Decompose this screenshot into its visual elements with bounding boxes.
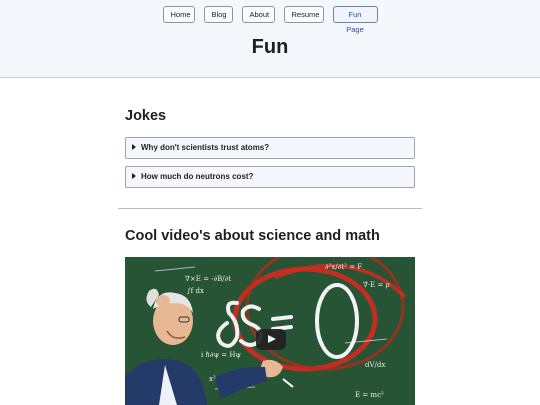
nav-about-button[interactable]: About	[241, 6, 275, 23]
jokes-heading: Jokes	[125, 108, 167, 124]
page-header: Home Blog About Resume Fun Page Fun	[0, 0, 540, 78]
joke-toggle-neutrons[interactable]: How much do neutrons cost?	[125, 166, 415, 188]
play-button-icon[interactable]	[256, 329, 286, 350]
nav-resume-button[interactable]: Resume	[283, 6, 324, 23]
page-title: Fun	[251, 36, 289, 58]
nav-fun-page-button[interactable]: Fun Page	[332, 6, 378, 34]
svg-text:E = mc²: E = mc²	[355, 391, 384, 399]
section-divider	[118, 208, 422, 209]
nav-home-button[interactable]: Home	[162, 6, 195, 23]
svg-text:∂²x/∂t² = F: ∂²x/∂t² = F	[325, 263, 362, 271]
videos-heading: Cool video's about science and math	[125, 228, 380, 244]
joke-question: Why don't scientists trust atoms?	[141, 143, 270, 152]
svg-text:∇×E = -∂B/∂t: ∇×E = -∂B/∂t	[185, 275, 231, 283]
caret-right-icon	[132, 144, 136, 150]
svg-text:∫f dx: ∫f dx	[187, 287, 204, 295]
nav-blog-button[interactable]: Blog	[203, 6, 233, 23]
caret-right-icon	[132, 173, 136, 179]
svg-text:∇·E = ρ: ∇·E = ρ	[363, 281, 390, 289]
video-player[interactable]: ∇×E = -∂B/∂t ∂²x/∂t² = F ∇·E = ρ i ℏ∂ψ =…	[125, 257, 415, 405]
svg-text:dV/dx: dV/dx	[365, 361, 385, 369]
joke-question: How much do neutrons cost?	[141, 172, 254, 181]
joke-toggle-atoms[interactable]: Why don't scientists trust atoms?	[125, 137, 415, 159]
svg-text:i ℏ∂ψ = Hψ: i ℏ∂ψ = Hψ	[201, 351, 242, 359]
top-nav: Home Blog About Resume Fun Page	[0, 6, 540, 34]
